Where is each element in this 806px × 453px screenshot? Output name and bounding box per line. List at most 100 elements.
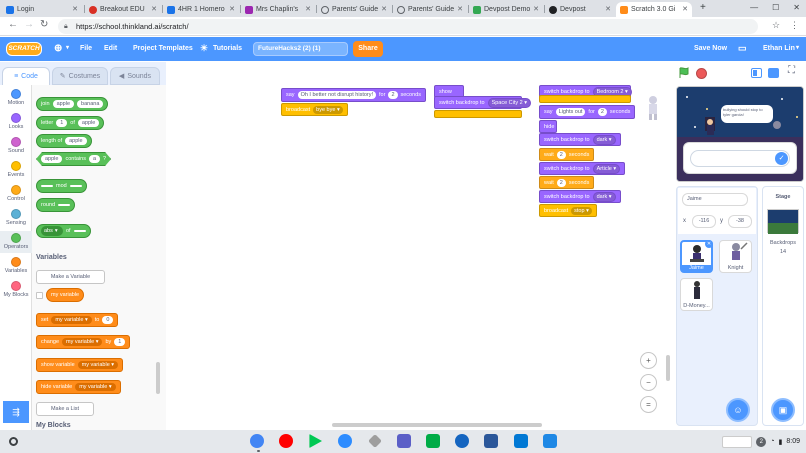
- tab-code[interactable]: ≡ Code: [2, 67, 50, 85]
- make-list-button[interactable]: Make a List: [36, 402, 94, 416]
- notification-count[interactable]: 2: [756, 436, 767, 447]
- block-wait[interactable]: wait 2 seconds: [539, 176, 595, 189]
- sprite-thumb-jaime[interactable]: ✕ Jaime: [680, 240, 713, 273]
- delete-sprite-icon[interactable]: ✕: [705, 240, 713, 248]
- fullscreen-icon[interactable]: ⛶: [788, 65, 795, 76]
- block-hide-variable[interactable]: hide variable my variable ▾: [36, 380, 121, 394]
- sprite-y-input[interactable]: -38: [728, 215, 752, 228]
- code-scrollbar-horizontal[interactable]: [332, 423, 542, 427]
- zoom-in-button[interactable]: +: [640, 352, 657, 369]
- small-stage-icon[interactable]: [751, 68, 762, 78]
- url-field[interactable]: 🔒︎ https://school.thinkland.ai/scratch/: [58, 19, 758, 34]
- minimize-icon[interactable]: —: [750, 3, 758, 12]
- browser-tab[interactable]: Breakout EDU ✕: [85, 2, 161, 17]
- zoom-icon[interactable]: [338, 434, 352, 448]
- system-tray[interactable]: 2 ◔ ▮ 8:09: [722, 434, 800, 449]
- large-stage-icon[interactable]: [768, 68, 779, 78]
- code-scrollbar-vertical[interactable]: [666, 355, 670, 381]
- my-stuff-folder-icon[interactable]: ▭: [738, 43, 747, 54]
- close-tab-icon[interactable]: ✕: [151, 5, 157, 13]
- stop-icon[interactable]: [696, 68, 707, 79]
- add-extension-button[interactable]: ⇶: [3, 401, 29, 423]
- close-tab-icon[interactable]: ✕: [605, 5, 611, 13]
- block-change-variable[interactable]: change my variable ▾ by 1: [36, 335, 131, 349]
- block-length-of[interactable]: length of apple: [36, 134, 92, 148]
- back-icon[interactable]: ←: [8, 19, 18, 30]
- teams-icon[interactable]: [397, 434, 411, 448]
- block-mod[interactable]: mod: [36, 179, 87, 193]
- add-backdrop-icon[interactable]: ▣: [771, 398, 795, 422]
- block-wait[interactable]: wait 2 seconds: [539, 148, 595, 161]
- youtube-icon[interactable]: [279, 434, 293, 448]
- block-switch-backdrop[interactable]: switch backdrop to dark ▾: [539, 133, 621, 146]
- menu-project-templates[interactable]: Project Templates: [133, 45, 193, 52]
- browser-tab[interactable]: Devpost ✕: [545, 2, 615, 17]
- browser-tab-active[interactable]: Scratch 3.0 Gi ✕: [616, 2, 692, 17]
- tote-thumbnail[interactable]: [722, 435, 753, 448]
- checkmark-icon[interactable]: ✓: [775, 152, 788, 165]
- browser-tab[interactable]: Devpost Demo ✕: [469, 2, 543, 17]
- block-partial[interactable]: [539, 95, 631, 103]
- category-motion[interactable]: Motion: [0, 89, 32, 106]
- block-set-variable[interactable]: set my variable ▾ to 0: [36, 313, 119, 327]
- close-tab-icon[interactable]: ✕: [682, 5, 688, 13]
- close-tab-icon[interactable]: ✕: [533, 5, 539, 13]
- close-tab-icon[interactable]: ✕: [305, 5, 311, 13]
- zoom-reset-button[interactable]: =: [640, 396, 657, 413]
- sprite-name-input[interactable]: Jaime: [682, 193, 748, 206]
- forward-icon[interactable]: →: [24, 19, 34, 30]
- webcam-icon[interactable]: [455, 434, 469, 448]
- play-store-icon[interactable]: [309, 434, 322, 448]
- block-join[interactable]: join apple banana: [36, 97, 109, 111]
- share-button[interactable]: Share: [353, 41, 383, 57]
- menu-file[interactable]: File: [80, 45, 92, 52]
- palette-scrollbar[interactable]: [156, 362, 160, 394]
- project-title-input[interactable]: FutureHacks2 (2) (1): [253, 42, 348, 56]
- new-tab-icon[interactable]: +: [700, 2, 706, 13]
- category-sensing[interactable]: Sensing: [0, 209, 32, 226]
- meet-icon[interactable]: [426, 434, 440, 448]
- close-tab-icon[interactable]: ✕: [229, 5, 235, 13]
- sprite-x-input[interactable]: -116: [692, 215, 716, 228]
- category-variables[interactable]: Variables: [0, 257, 32, 274]
- category-control[interactable]: Control: [0, 185, 32, 202]
- close-tab-icon[interactable]: ✕: [381, 5, 387, 13]
- block-abs-of[interactable]: abs ▾ of: [36, 224, 91, 238]
- menu-tutorials[interactable]: Tutorials: [213, 45, 242, 52]
- category-events[interactable]: Events: [0, 161, 32, 178]
- block-broadcast[interactable]: broadcast bye bye ▾: [281, 103, 348, 116]
- screencastify-icon[interactable]: [368, 434, 382, 448]
- chrome-icon[interactable]: [250, 434, 264, 448]
- menu-edit[interactable]: Edit: [104, 45, 117, 52]
- add-sprite-icon[interactable]: ☺: [726, 398, 750, 422]
- launcher-icon[interactable]: [9, 437, 18, 446]
- chevron-down-icon[interactable]: ▾: [796, 44, 799, 51]
- reload-icon[interactable]: ↻: [40, 19, 48, 30]
- browser-tab[interactable]: Parents' Guide ✕: [317, 2, 391, 17]
- block-contains[interactable]: apple contains a?: [36, 152, 111, 166]
- globe-icon[interactable]: ⊕: [54, 43, 62, 54]
- variable-checkbox[interactable]: [36, 292, 43, 299]
- files-icon[interactable]: [543, 434, 557, 448]
- block-broadcast[interactable]: broadcast stop ▾: [539, 204, 597, 217]
- save-now-button[interactable]: Save Now: [694, 45, 727, 52]
- sprite-thumb-knight[interactable]: Knight: [719, 240, 752, 273]
- word-icon[interactable]: [484, 434, 498, 448]
- block-show-variable[interactable]: show variable my variable ▾: [36, 358, 124, 372]
- block-hide[interactable]: hide: [539, 120, 557, 133]
- close-window-icon[interactable]: ✕: [793, 3, 800, 12]
- browser-tab[interactable]: Mrs Chaplin's ✕: [241, 2, 315, 17]
- stage-selector[interactable]: Stage Backdrops 14: [762, 186, 804, 426]
- category-sound[interactable]: Sound: [0, 137, 32, 154]
- block-round[interactable]: round: [36, 198, 76, 212]
- block-switch-backdrop[interactable]: switch backdrop to Space City 2 ▾: [434, 96, 532, 109]
- category-my-blocks[interactable]: My Blocks: [0, 281, 32, 298]
- outlook-icon[interactable]: [514, 434, 528, 448]
- scratch-logo[interactable]: SCRATCH: [6, 42, 42, 56]
- green-flag-icon[interactable]: [678, 67, 690, 79]
- close-tab-icon[interactable]: ✕: [72, 5, 78, 13]
- block-switch-backdrop[interactable]: switch backdrop to Article ▾: [539, 162, 626, 175]
- make-variable-button[interactable]: Make a Variable: [36, 270, 105, 284]
- block-say-for-secs[interactable]: say Oh I better not disrupt history! for 2 s…: [281, 88, 426, 102]
- browser-tab[interactable]: 4HR 1 Homero ✕: [163, 2, 239, 17]
